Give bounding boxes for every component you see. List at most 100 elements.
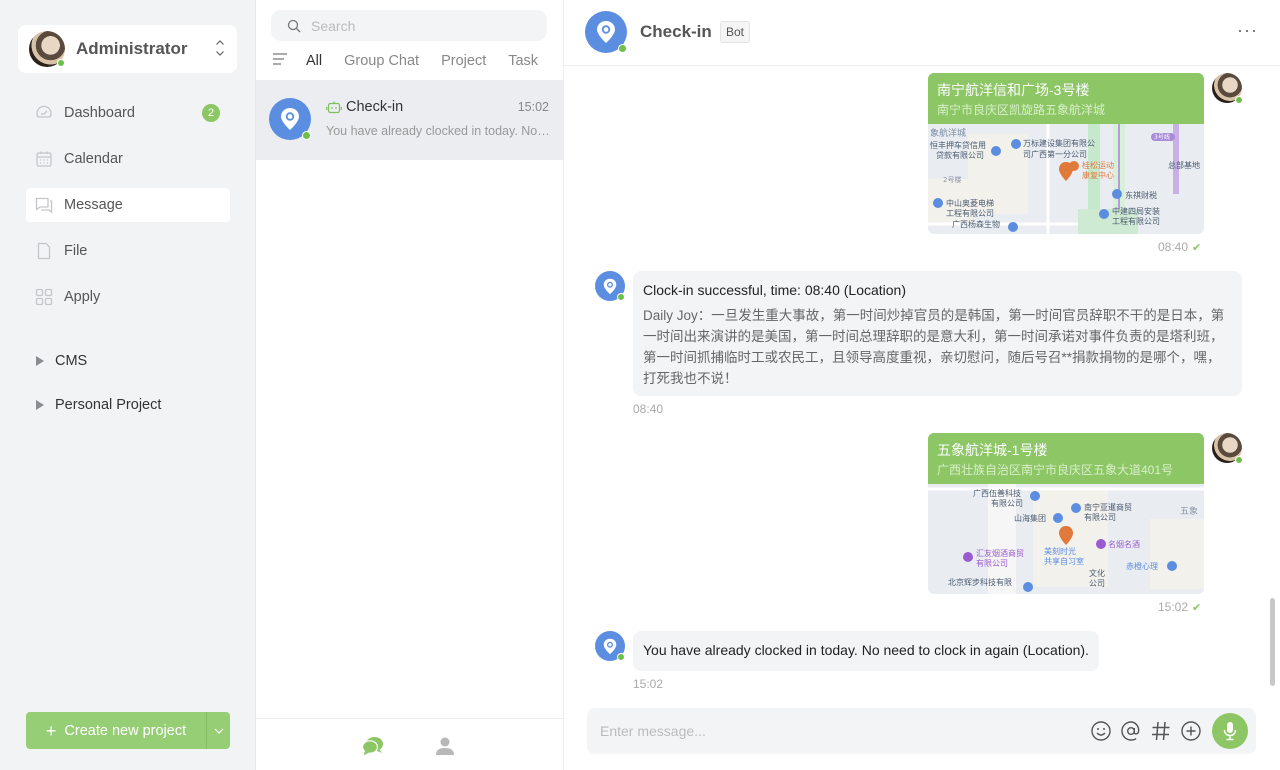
message-icon <box>35 196 53 214</box>
svg-text:万标建设集团有限公: 万标建设集团有限公 <box>1023 138 1095 148</box>
location-name: 南宁航洋信和广场-3号楼 <box>937 82 1090 98</box>
message-bubble: You have already clocked in today. No ne… <box>633 631 1099 671</box>
svg-text:有限公司: 有限公司 <box>991 498 1023 508</box>
add-icon[interactable] <box>1180 720 1202 742</box>
apps-icon <box>35 288 53 306</box>
tree-item-label: Personal Project <box>55 397 162 413</box>
location-message-card[interactable]: 五象航洋城-1号楼 广西壮族自治区南宁市良庆区五象大道401号 广西伍善科技 有… <box>928 433 1204 594</box>
map-preview: 广西伍善科技 有限公司 南宁亚暹商贸 有限公司 山海集团 五象 美刻时光 共享自… <box>928 484 1204 594</box>
location-pin-icon <box>603 278 617 294</box>
filter-list-icon[interactable] <box>272 52 288 71</box>
chat-title: Check-in <box>640 22 712 41</box>
user-switcher[interactable]: Administrator <box>18 25 237 73</box>
mention-icon[interactable] <box>1120 720 1142 742</box>
conversation-item[interactable]: Check-in 15:02 You have already clocked … <box>256 80 563 160</box>
sidebar-item-label: Message <box>64 197 123 213</box>
voice-record-button[interactable] <box>1212 713 1248 749</box>
create-project-button[interactable]: + Create new project <box>26 712 206 749</box>
tree-item-label: CMS <box>55 353 88 369</box>
svg-text:贷款有限公司: 贷款有限公司 <box>936 150 984 160</box>
sidebar-item-label: File <box>64 243 88 259</box>
caret-right-icon <box>36 356 44 366</box>
sidebar-item-dashboard[interactable]: Dashboard 2 <box>26 96 230 130</box>
svg-text:广西杨森生物: 广西杨森生物 <box>952 219 1000 229</box>
chat-scrollbar[interactable] <box>1270 598 1275 686</box>
caret-right-icon <box>36 400 44 410</box>
emoji-icon[interactable] <box>1090 720 1112 742</box>
chats-icon[interactable] <box>361 736 384 761</box>
search-icon <box>287 19 301 32</box>
tree-item-personal-project[interactable]: Personal Project <box>36 392 161 418</box>
svg-text:文化: 文化 <box>1089 568 1105 578</box>
online-indicator <box>617 653 625 661</box>
online-indicator <box>618 44 627 53</box>
check-in-bot-avatar[interactable] <box>595 271 625 301</box>
create-project-button-group: + Create new project <box>26 712 230 749</box>
map-label: 山海集团 <box>1014 513 1046 523</box>
tab-project[interactable]: Project <box>441 53 486 69</box>
chat-panel: Check-in Bot ··· 南宁航洋信和广场-3号楼 南宁市良庆区凯旋路五… <box>564 0 1280 770</box>
message-time: 08:40 <box>633 402 664 416</box>
online-indicator <box>1235 96 1243 104</box>
message-body: Daily Joy：一旦发生重大事故，第一时间炒掉官员的是韩国，第一时间官员辞职… <box>643 308 1225 386</box>
tree-item-cms[interactable]: CMS <box>36 348 161 374</box>
sidebar-item-file[interactable]: File <box>26 234 230 268</box>
svg-text:桂松运动: 桂松运动 <box>1082 160 1114 170</box>
conversation-preview: You have already clocked in today. No ne… <box>326 124 552 138</box>
self-avatar[interactable] <box>1212 73 1243 104</box>
map-label: 2号楼 <box>943 175 961 184</box>
location-pin-icon <box>597 21 615 43</box>
create-project-label: Create new project <box>64 722 187 739</box>
message-input[interactable] <box>600 723 1080 739</box>
online-indicator <box>57 59 65 67</box>
tab-task[interactable]: Task <box>508 53 538 69</box>
svg-text:恒丰押车贷信用: 恒丰押车贷信用 <box>930 140 986 150</box>
svg-text:美刻时光: 美刻时光 <box>1044 546 1076 556</box>
conversation-time: 15:02 <box>517 100 549 114</box>
online-indicator <box>302 131 311 140</box>
svg-text:有限公司: 有限公司 <box>1084 512 1116 522</box>
search-input[interactable] <box>311 17 531 34</box>
svg-text:中建四局安装: 中建四局安装 <box>1112 206 1160 216</box>
sidebar-item-message[interactable]: Message <box>26 188 230 222</box>
conversation-tabs: All Group Chat Project Task <box>272 52 560 70</box>
app-window: Administrator Dashboard 2 Calendar Messa… <box>0 0 1280 770</box>
map-label: 名烟名酒 <box>1108 539 1140 549</box>
plus-icon: + <box>45 720 57 741</box>
message-title: Clock-in successful, time: 08:40 (Locati… <box>643 282 906 298</box>
location-address: 南宁市良庆区凯旋路五象航洋城 <box>937 103 1106 117</box>
contacts-icon[interactable] <box>434 736 456 761</box>
sidebar-item-label: Calendar <box>64 151 123 167</box>
create-project-dropdown[interactable] <box>206 712 230 749</box>
svg-text:南宁亚暹商贸: 南宁亚暹商贸 <box>1084 502 1132 512</box>
project-tree: CMS Personal Project <box>36 348 161 436</box>
message-composer <box>587 708 1256 754</box>
notification-badge: 2 <box>202 104 220 122</box>
svg-text:中山奥菱电梯: 中山奥菱电梯 <box>946 198 994 208</box>
location-pin-icon <box>281 108 299 130</box>
map-label: 东祺财税 <box>1125 190 1157 200</box>
svg-text:康复中心: 康复中心 <box>1082 170 1114 180</box>
location-message-card[interactable]: 南宁航洋信和广场-3号楼 南宁市良庆区凯旋路五象航洋城 象航洋城 万标建设集团有… <box>928 73 1204 234</box>
tab-group-chat[interactable]: Group Chat <box>344 53 419 69</box>
message-bubble: Clock-in successful, time: 08:40 (Locati… <box>633 271 1242 396</box>
sidebar-item-calendar[interactable]: Calendar <box>26 142 230 176</box>
more-options-button[interactable]: ··· <box>1237 20 1258 41</box>
map-preview: 象航洋城 万标建设集团有限公 司广西第一分公司 恒丰押车贷信用 贷款有限公司 桂… <box>928 124 1204 234</box>
chat-header: Check-in Bot ··· <box>564 0 1280 66</box>
topic-icon[interactable] <box>1150 720 1172 742</box>
main-nav: Dashboard 2 Calendar Message File Apply <box>26 96 230 326</box>
tab-all[interactable]: All <box>306 53 322 69</box>
conversation-name: Check-in <box>346 99 404 115</box>
svg-text:司广西第一分公司: 司广西第一分公司 <box>1023 149 1087 159</box>
self-avatar[interactable] <box>1212 433 1243 464</box>
user-avatar <box>29 31 65 67</box>
check-in-bot-avatar[interactable] <box>585 11 627 53</box>
location-header: 五象航洋城-1号楼 广西壮族自治区南宁市良庆区五象大道401号 <box>928 433 1204 484</box>
sidebar-item-apply[interactable]: Apply <box>26 280 230 314</box>
svg-text:工程有限公司: 工程有限公司 <box>946 208 994 218</box>
read-check-icon: ✔ <box>1192 602 1202 614</box>
message-time: 15:02 ✔ <box>1158 600 1202 614</box>
message-time: 15:02 <box>633 677 664 691</box>
check-in-bot-avatar[interactable] <box>595 631 625 661</box>
